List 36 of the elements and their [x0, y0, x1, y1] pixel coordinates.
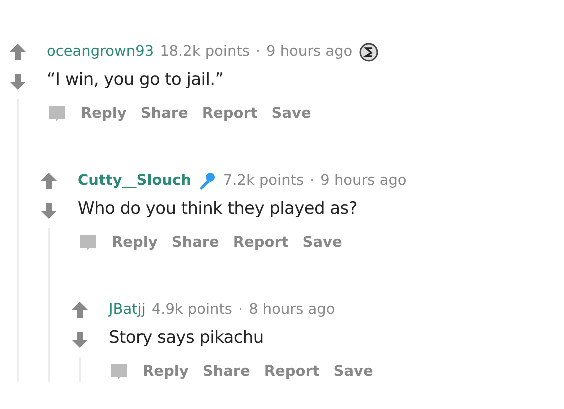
- upvote-icon[interactable]: [40, 172, 58, 190]
- save-button[interactable]: Save: [272, 104, 312, 124]
- report-button[interactable]: Report: [233, 233, 289, 253]
- username-link[interactable]: JBatjj: [109, 299, 146, 321]
- reply-button[interactable]: Reply: [143, 362, 189, 382]
- downvote-icon[interactable]: [40, 202, 58, 220]
- downvote-icon[interactable]: [9, 73, 27, 91]
- reply-button[interactable]: Reply: [112, 233, 158, 253]
- timestamp-text: 9 hours ago: [320, 172, 407, 191]
- comment-icon[interactable]: [109, 362, 129, 382]
- username-link[interactable]: oceangrown93: [47, 41, 154, 63]
- downvote-icon[interactable]: [71, 331, 89, 349]
- share-button[interactable]: Share: [202, 362, 250, 382]
- reply-button[interactable]: Reply: [81, 104, 127, 124]
- upvote-icon[interactable]: [71, 301, 89, 319]
- save-button[interactable]: Save: [302, 233, 342, 253]
- report-button[interactable]: Report: [202, 104, 258, 124]
- comment-text: Who do you think they played as?: [78, 198, 359, 221]
- separator-text: ·: [310, 172, 315, 191]
- points-text: 4.9k points: [152, 301, 232, 320]
- timestamp-text: 8 hours ago: [249, 301, 336, 320]
- save-button[interactable]: Save: [334, 362, 374, 382]
- points-text: 18.2k points: [160, 43, 250, 62]
- points-text: 7.2k points: [223, 172, 304, 191]
- report-button[interactable]: Report: [264, 362, 320, 382]
- username-link[interactable]: Cutty__Slouch: [78, 170, 192, 192]
- comment-icon[interactable]: [78, 233, 98, 253]
- share-button[interactable]: Share: [140, 104, 188, 124]
- timestamp-text: 9 hours ago: [266, 43, 353, 62]
- separator-text: ·: [238, 301, 244, 320]
- upvote-icon[interactable]: [9, 43, 27, 61]
- comment-icon[interactable]: [47, 104, 67, 124]
- separator-text: ·: [256, 43, 260, 62]
- comment-text: “I win, you go to jail.”: [47, 69, 225, 92]
- comment-text: Story says pikachu: [109, 327, 265, 350]
- share-button[interactable]: Share: [172, 233, 220, 253]
